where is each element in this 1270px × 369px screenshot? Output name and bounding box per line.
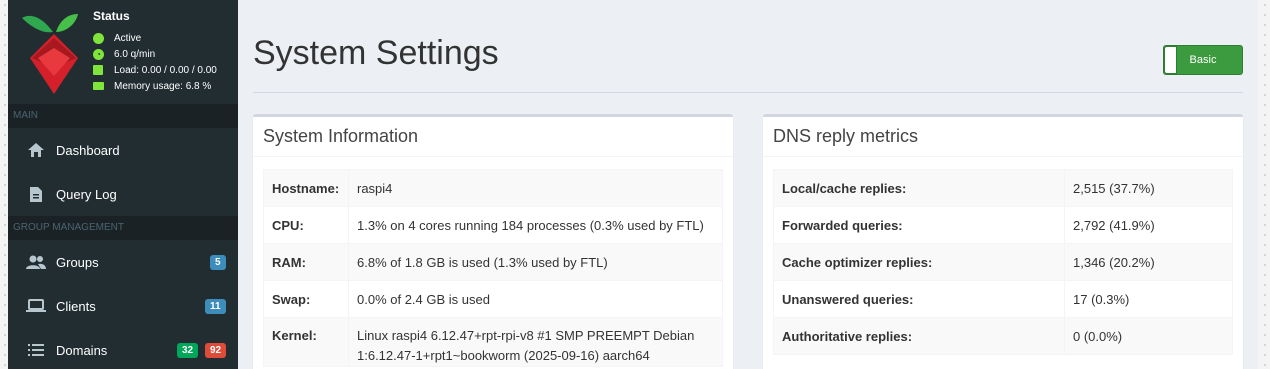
sidebar-item-label: Query Log <box>56 186 117 202</box>
row-value: 0.0% of 2.4 GB is used <box>348 280 723 318</box>
gauge-icon: ◔ <box>93 48 104 60</box>
table-row: Unanswered queries: 17 (0.3%) <box>773 280 1233 318</box>
table-row: Local/cache replies: 2,515 (37.7%) <box>773 169 1233 207</box>
sidebar-item-groups[interactable]: Groups 5 <box>8 240 238 284</box>
status-active: Active <box>93 31 141 45</box>
domains-deny-badge: 92 <box>205 343 227 358</box>
row-value: Linux raspi4 6.12.47+rpt-rpi-v8 #1 SMP P… <box>348 317 723 367</box>
row-label: Kernel: <box>263 317 349 367</box>
users-icon <box>26 253 46 271</box>
table-row: RAM: 6.8% of 1.8 GB is used (1.3% used b… <box>263 243 723 281</box>
page-title: System Settings <box>253 34 499 72</box>
table-row: Kernel: Linux raspi4 6.12.47+rpt-rpi-v8 … <box>263 317 723 367</box>
row-label: Hostname: <box>263 169 349 207</box>
sidebar-item-label: Dashboard <box>56 142 120 158</box>
list-icon <box>26 341 46 359</box>
sidebar-item-query-log[interactable]: Query Log <box>8 172 238 216</box>
cpu-icon <box>93 65 103 75</box>
laptop-icon <box>26 297 46 315</box>
row-value: 17 (0.3%) <box>1064 280 1233 318</box>
sidebar: Status Active ◔ 6.0 q/min Load: 0.00 / 0… <box>8 0 238 369</box>
row-label: Swap: <box>263 280 349 318</box>
groups-count-badge: 5 <box>210 255 226 270</box>
toggle-knob <box>1164 46 1177 74</box>
status-queries: ◔ 6.0 q/min <box>93 47 155 61</box>
title-divider <box>253 92 1243 93</box>
row-value: 1,346 (20.2%) <box>1064 243 1233 281</box>
nav-header-main: MAIN <box>8 104 238 128</box>
status-memory: Memory usage: 6.8 % <box>93 79 211 93</box>
table-row: CPU: 1.3% on 4 cores running 184 process… <box>263 206 723 244</box>
toggle-label: Basic <box>1189 54 1217 66</box>
row-value: 0 (0.0%) <box>1064 317 1233 355</box>
sidebar-item-label: Clients <box>56 298 96 314</box>
row-value: 2,515 (37.7%) <box>1064 169 1233 207</box>
system-information-box: System Information Hostname: raspi4 CPU:… <box>253 114 733 369</box>
box-title: System Information <box>253 117 733 157</box>
sidebar-item-dashboard[interactable]: Dashboard <box>8 128 238 172</box>
row-label: Cache optimizer replies: <box>773 243 1065 281</box>
status-title: Status <box>93 9 130 23</box>
system-info-table: Hostname: raspi4 CPU: 1.3% on 4 cores ru… <box>263 169 723 367</box>
sidebar-item-label: Domains <box>56 342 108 358</box>
clients-count-badge: 11 <box>205 299 226 314</box>
row-value: 1.3% on 4 cores running 184 processes (0… <box>348 206 723 244</box>
sidebar-item-clients[interactable]: Clients 11 <box>8 284 238 328</box>
row-value: raspi4 <box>348 169 723 207</box>
dns-metrics-table: Local/cache replies: 2,515 (37.7%) Forwa… <box>773 169 1233 355</box>
home-icon <box>26 141 46 159</box>
table-row: Swap: 0.0% of 2.4 GB is used <box>263 280 723 318</box>
row-label: Local/cache replies: <box>773 169 1065 207</box>
domains-allow-badge: 32 <box>177 343 199 358</box>
sidebar-item-label: Groups <box>56 254 99 270</box>
sidebar-item-domains[interactable]: Domains 32 92 <box>8 328 238 369</box>
status-load: Load: 0.00 / 0.00 / 0.00 <box>93 63 217 77</box>
main-content: System Settings Basic System Information… <box>238 0 1258 369</box>
row-label: Unanswered queries: <box>773 280 1065 318</box>
pihole-logo[interactable] <box>20 8 90 96</box>
row-label: Forwarded queries: <box>773 206 1065 244</box>
circle-icon <box>93 32 104 44</box>
file-icon <box>26 185 46 203</box>
sidebar-brand: Status Active ◔ 6.0 q/min Load: 0.00 / 0… <box>8 0 238 104</box>
table-row: Hostname: raspi4 <box>263 169 723 207</box>
table-row: Cache optimizer replies: 1,346 (20.2%) <box>773 243 1233 281</box>
nav-header-group-management: GROUP MANAGEMENT <box>8 216 238 240</box>
dns-reply-metrics-box: DNS reply metrics Local/cache replies: 2… <box>763 114 1243 369</box>
box-title: DNS reply metrics <box>763 117 1243 157</box>
memory-icon <box>93 82 104 90</box>
table-row: Forwarded queries: 2,792 (41.9%) <box>773 206 1233 244</box>
row-label: RAM: <box>263 243 349 281</box>
row-label: CPU: <box>263 206 349 244</box>
row-label: Authoritative replies: <box>773 317 1065 355</box>
table-row: Authoritative replies: 0 (0.0%) <box>773 317 1233 355</box>
settings-level-toggle[interactable]: Basic <box>1163 45 1243 75</box>
row-value: 6.8% of 1.8 GB is used (1.3% used by FTL… <box>348 243 723 281</box>
row-value: 2,792 (41.9%) <box>1064 206 1233 244</box>
